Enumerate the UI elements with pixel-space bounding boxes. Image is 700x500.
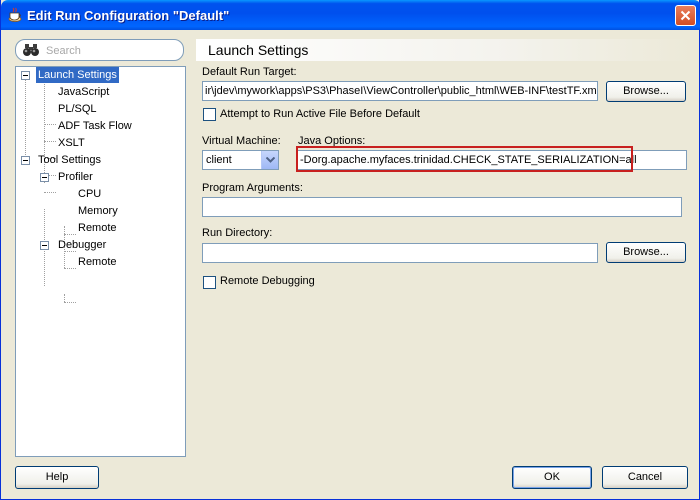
section-title: Launch Settings <box>196 39 692 61</box>
remote-debugging-checkbox[interactable] <box>203 276 216 289</box>
tree-line <box>44 192 56 193</box>
tree-item-adf-task-flow[interactable]: ADF Task Flow <box>56 118 134 134</box>
browse-run-target-button[interactable]: Browse... <box>606 81 686 102</box>
collapse-toggle[interactable] <box>21 156 30 165</box>
highlight-annotation <box>296 146 633 172</box>
tree-item-label: Remote <box>78 222 117 234</box>
tree-line <box>44 141 56 142</box>
tree-line <box>25 79 26 161</box>
help-button[interactable]: Help <box>15 466 99 489</box>
tree-line <box>64 268 76 269</box>
close-button[interactable] <box>675 5 696 26</box>
cancel-button[interactable]: Cancel <box>602 466 688 489</box>
virtual-machine-select[interactable]: client <box>202 150 279 170</box>
tree-item-debugger[interactable]: Debugger <box>56 237 108 253</box>
tree-item-label: JavaScript <box>58 86 110 98</box>
dropdown-arrow[interactable] <box>261 151 278 169</box>
settings-panel: Launch Settings Default Run Target: ir\j… <box>196 39 692 457</box>
tree-item-javascript[interactable]: JavaScript <box>56 84 111 100</box>
search-input[interactable] <box>46 43 176 58</box>
tree-item-label: Tool Settings <box>38 154 101 166</box>
tree-item-label: PL/SQL <box>58 103 97 115</box>
default-run-target-field[interactable]: ir\jdev\mywork\apps\PS3\PhaseI\ViewContr… <box>202 81 598 101</box>
remote-debugging-label: Remote Debugging <box>220 275 315 287</box>
tree-line <box>64 302 76 303</box>
navigation-panel: Launch Settings JavaScript PL/SQL ADF Ta… <box>15 39 186 457</box>
edit-run-configuration-dialog: Edit Run Configuration "Default" Search … <box>0 0 700 500</box>
tree-item-label: Profiler <box>58 171 93 183</box>
collapse-toggle[interactable] <box>40 173 49 182</box>
attempt-run-label: Attempt to Run Active File Before Defaul… <box>220 108 420 120</box>
tree-item-debugger-remote[interactable]: Remote <box>76 254 119 270</box>
java-cup-icon <box>8 7 22 22</box>
tree-line <box>44 124 56 125</box>
tree-item-label: ADF Task Flow <box>58 120 132 132</box>
browse-run-directory-button[interactable]: Browse... <box>606 242 686 263</box>
tree-line <box>64 234 76 235</box>
binoculars-icon <box>23 44 39 56</box>
close-icon <box>680 10 691 21</box>
tree-item-tool-settings[interactable]: Tool Settings <box>36 152 103 168</box>
tree-item-label: Remote <box>78 256 117 268</box>
attempt-run-checkbox[interactable] <box>203 108 216 121</box>
tree-item-label: Memory <box>78 205 118 217</box>
run-directory-field[interactable] <box>202 243 598 263</box>
run-directory-label: Run Directory: <box>202 227 273 239</box>
virtual-machine-label: Virtual Machine: <box>202 135 281 147</box>
ok-button[interactable]: OK <box>512 466 592 489</box>
tree-item-label: CPU <box>78 188 102 200</box>
collapse-toggle[interactable] <box>21 71 30 80</box>
tree-item-label: XSLT <box>58 137 85 149</box>
program-arguments-label: Program Arguments: <box>202 182 303 194</box>
tree-item-label: Debugger <box>58 239 107 251</box>
search-box[interactable] <box>15 39 184 61</box>
title-bar[interactable]: Edit Run Configuration "Default" <box>1 0 700 30</box>
chevron-down-icon <box>266 157 275 163</box>
window-title: Edit Run Configuration "Default" <box>27 8 230 23</box>
program-arguments-field[interactable] <box>202 197 682 217</box>
tree-item-label: Launch Settings <box>36 67 119 83</box>
tree-item-cpu[interactable]: CPU <box>76 186 103 202</box>
virtual-machine-value: client <box>206 154 232 166</box>
tree-item-profiler-remote[interactable]: Remote <box>76 220 119 236</box>
tree-line <box>64 294 65 302</box>
tree-item-launch-settings[interactable]: Launch Settings <box>36 67 119 83</box>
tree-item-profiler[interactable]: Profiler <box>56 169 95 185</box>
tree-item-memory[interactable]: Memory <box>76 203 120 219</box>
settings-tree[interactable]: Launch Settings JavaScript PL/SQL ADF Ta… <box>15 66 186 457</box>
default-run-target-label: Default Run Target: <box>202 66 297 78</box>
tree-item-xslt[interactable]: XSLT <box>56 135 87 151</box>
tree-item-plsql[interactable]: PL/SQL <box>56 101 99 117</box>
collapse-toggle[interactable] <box>40 241 49 250</box>
